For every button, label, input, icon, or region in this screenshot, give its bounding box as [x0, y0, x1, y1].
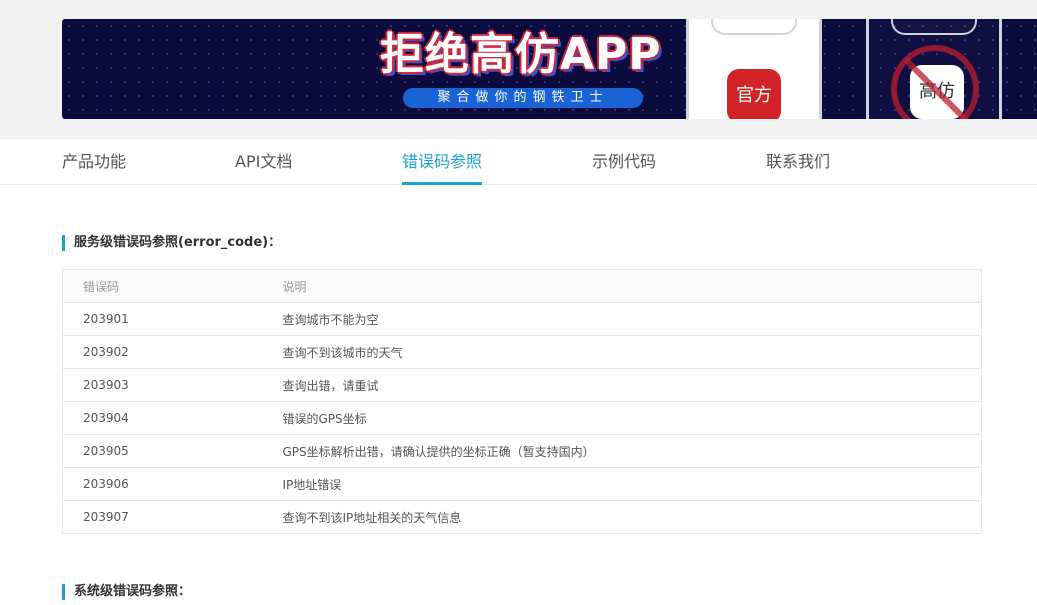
- official-app-icon: 官方: [727, 69, 781, 119]
- nav-item-sample-code[interactable]: 示例代码: [592, 139, 656, 185]
- service-error-table: 错误码 说明 203901 查询城市不能为空 203902 查询不到该城市的天气…: [62, 269, 982, 534]
- banner-subtitle: 聚合做你的钢铁卫士: [403, 88, 643, 108]
- error-desc-cell: 查询出错，请重试: [282, 368, 982, 402]
- fake-phone-illustration: 高仿: [866, 19, 1002, 119]
- main-nav: 产品功能 API文档 错误码参照 示例代码 联系我们: [0, 139, 1037, 185]
- error-code-cell: 203902: [62, 335, 283, 369]
- error-desc-cell: GPS坐标解析出错，请确认提供的坐标正确（暂支持国内）: [282, 434, 982, 468]
- nav-item-product-features[interactable]: 产品功能: [62, 139, 126, 185]
- table-header-row: 错误码 说明: [62, 269, 982, 303]
- table-row: 203905 GPS坐标解析出错，请确认提供的坐标正确（暂支持国内）: [62, 434, 982, 468]
- table-row: 203907 查询不到该IP地址相关的天气信息: [62, 500, 982, 534]
- error-code-cell: 203904: [62, 401, 283, 435]
- error-desc-cell: 错误的GPS坐标: [282, 401, 982, 435]
- promo-banner[interactable]: 拒绝高仿APP 聚合做你的钢铁卫士 官方 高仿: [62, 19, 1037, 119]
- table-row: 203901 查询城市不能为空: [62, 302, 982, 336]
- phone-notch: [711, 19, 797, 35]
- error-desc-cell: 查询不到该IP地址相关的天气信息: [282, 500, 982, 534]
- table-row: 203903 查询出错，请重试: [62, 368, 982, 402]
- column-header-code: 错误码: [62, 269, 283, 303]
- column-header-desc: 说明: [282, 269, 982, 303]
- error-code-cell: 203906: [62, 467, 283, 501]
- top-banner-area: 拒绝高仿APP 聚合做你的钢铁卫士 官方 高仿: [0, 0, 1037, 139]
- official-phone-illustration: 官方: [686, 19, 822, 119]
- error-desc-cell: 查询不到该城市的天气: [282, 335, 982, 369]
- error-code-cell: 203907: [62, 500, 283, 534]
- nav-item-api-docs[interactable]: API文档: [235, 139, 292, 185]
- table-row: 203904 错误的GPS坐标: [62, 401, 982, 435]
- phone-notch: [891, 19, 977, 35]
- error-desc-cell: IP地址错误: [282, 467, 982, 501]
- service-error-section-title: 服务级错误码参照(error_code)：: [62, 234, 281, 252]
- nav-item-contact-us[interactable]: 联系我们: [766, 139, 830, 185]
- system-error-section-title: 系统级错误码参照：: [62, 583, 191, 601]
- banner-title: 拒绝高仿APP: [380, 29, 662, 80]
- error-code-cell: 203903: [62, 368, 283, 402]
- error-desc-cell: 查询城市不能为空: [282, 302, 982, 336]
- table-row: 203906 IP地址错误: [62, 467, 982, 501]
- table-row: 203902 查询不到该城市的天气: [62, 335, 982, 369]
- error-code-cell: 203905: [62, 434, 283, 468]
- error-code-cell: 203901: [62, 302, 283, 336]
- prohibited-stamp-icon: [891, 45, 979, 119]
- nav-item-error-codes[interactable]: 错误码参照: [402, 139, 483, 185]
